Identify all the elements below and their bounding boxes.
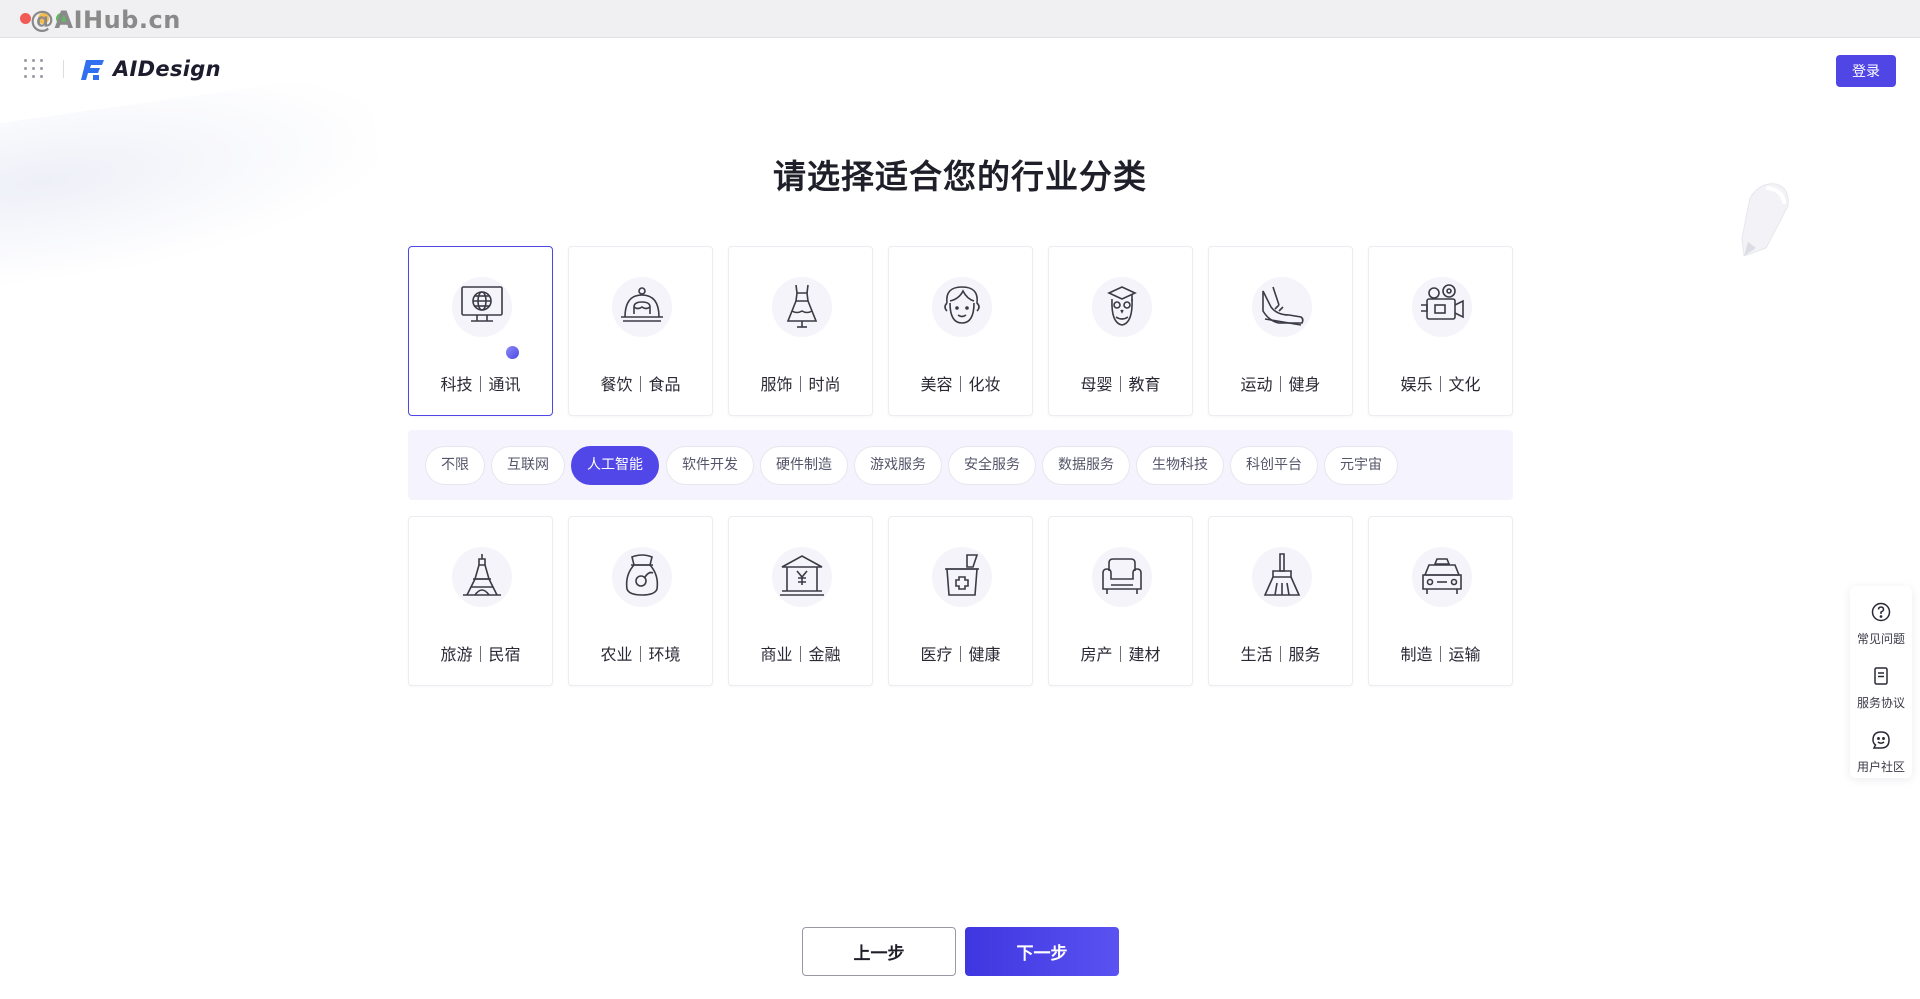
category-card[interactable]: 医疗｜健康	[888, 516, 1033, 686]
question-circle-icon	[1871, 602, 1891, 622]
previous-step-button[interactable]: 上一步	[802, 927, 956, 976]
category-label: 科技｜通讯	[440, 375, 521, 394]
category-card[interactable]: 商业｜金融	[728, 516, 873, 686]
subcategory-panel: 不限 互联网 人工智能 软件开发 硬件制造 游戏服务 安全服务 数据服务 生物科…	[408, 430, 1513, 500]
woman-face-icon	[944, 286, 980, 324]
category-label: 生活｜服务	[1240, 645, 1321, 664]
subcategory-tag[interactable]: 安全服务	[948, 446, 1036, 485]
video-camera-icon	[1421, 284, 1464, 320]
bank-yuan-icon	[780, 555, 824, 596]
category-card[interactable]: 母婴｜教育	[1048, 246, 1193, 416]
subcategory-tag[interactable]: 生物科技	[1136, 446, 1224, 485]
eiffel-tower-icon	[463, 554, 501, 596]
category-card[interactable]: 餐饮｜食品	[568, 246, 713, 416]
subcategory-tag[interactable]: 数据服务	[1042, 446, 1130, 485]
subcategory-tag[interactable]: 不限	[425, 446, 485, 485]
category-card[interactable]: 科技｜通讯	[408, 246, 553, 416]
selected-indicator	[506, 346, 519, 359]
grid-dots-icon[interactable]	[24, 59, 44, 79]
category-label: 商业｜金融	[760, 645, 841, 664]
subcategory-tag[interactable]: 元宇宙	[1324, 446, 1398, 485]
login-button[interactable]: 登录	[1836, 55, 1896, 87]
car-icon	[1422, 558, 1462, 594]
category-card[interactable]: 娱乐｜文化	[1368, 246, 1513, 416]
category-card[interactable]: 美容｜化妆	[888, 246, 1033, 416]
category-label: 服饰｜时尚	[760, 375, 841, 394]
next-step-button[interactable]: 下一步	[965, 927, 1119, 976]
sofa-icon	[1102, 558, 1142, 594]
category-card[interactable]: 农业｜环境	[568, 516, 713, 686]
side-item-label: 常见问题	[1856, 632, 1905, 646]
category-label: 农业｜环境	[600, 645, 681, 664]
category-card[interactable]: 旅游｜民宿	[408, 516, 553, 686]
page-title: 请选择适合您的行业分类	[773, 157, 1147, 196]
category-label: 制造｜运输	[1400, 645, 1481, 664]
seed-bag-icon	[625, 554, 659, 596]
subcategory-tag[interactable]: 硬件制造	[760, 446, 848, 485]
food-cloche-icon	[621, 287, 663, 322]
owl-graduate-icon	[1107, 286, 1137, 326]
document-icon	[1874, 667, 1888, 685]
browser-top-bar: @AIHub.cn	[0, 0, 1920, 38]
subcategory-tag[interactable]: 科创平台	[1230, 446, 1318, 485]
faq-link[interactable]: 常见问题	[1850, 592, 1912, 652]
category-label: 房产｜建材	[1080, 645, 1161, 664]
service-agreement-link[interactable]: 服务协议	[1850, 656, 1912, 716]
category-card[interactable]: 房产｜建材	[1048, 516, 1193, 686]
sneaker-icon	[1262, 286, 1304, 326]
category-label: 美容｜化妆	[920, 375, 1001, 394]
subcategory-tag[interactable]: 软件开发	[666, 446, 754, 485]
category-label: 娱乐｜文化	[1400, 375, 1481, 394]
header-divider	[63, 60, 64, 78]
logo-text[interactable]: AIDesign	[113, 57, 221, 81]
category-label: 运动｜健身	[1240, 375, 1321, 394]
category-card[interactable]: 运动｜健身	[1208, 246, 1353, 416]
watermark-text: @AIHub.cn	[30, 6, 181, 34]
monitor-globe-icon	[461, 286, 503, 322]
logo-mark-icon[interactable]	[80, 58, 106, 82]
category-row-bottom: 旅游｜民宿 农业｜环境 商业｜金融 医疗｜健康 房产｜建材 生活｜服务 制造｜运…	[408, 516, 1513, 686]
category-label: 医疗｜健康	[920, 645, 1001, 664]
subcategory-tag-active[interactable]: 人工智能	[571, 446, 659, 485]
category-card[interactable]: 生活｜服务	[1208, 516, 1353, 686]
user-community-link[interactable]: 用户社区	[1850, 720, 1912, 780]
medical-kit-icon	[945, 554, 979, 596]
side-item-label: 服务协议	[1856, 696, 1905, 710]
category-card[interactable]: 制造｜运输	[1368, 516, 1513, 686]
category-label: 餐饮｜食品	[600, 375, 681, 394]
subcategory-tag[interactable]: 游戏服务	[854, 446, 942, 485]
side-item-label: 用户社区	[1856, 760, 1905, 774]
category-label: 旅游｜民宿	[440, 645, 521, 664]
pencil-decoration-icon	[1741, 183, 1789, 257]
help-side-panel: 常见问题 服务协议 用户社区	[1850, 586, 1912, 778]
category-label: 母婴｜教育	[1080, 375, 1161, 394]
subcategory-tag[interactable]: 互联网	[491, 446, 565, 485]
dress-icon	[786, 284, 818, 328]
category-card[interactable]: 服饰｜时尚	[728, 246, 873, 416]
smile-chat-icon	[1872, 731, 1890, 749]
category-row-top: 科技｜通讯 餐饮｜食品 服饰｜时尚 美容｜化妆 母婴｜教育 运动｜健身 娱乐｜文…	[408, 246, 1513, 416]
broom-icon	[1263, 553, 1301, 596]
